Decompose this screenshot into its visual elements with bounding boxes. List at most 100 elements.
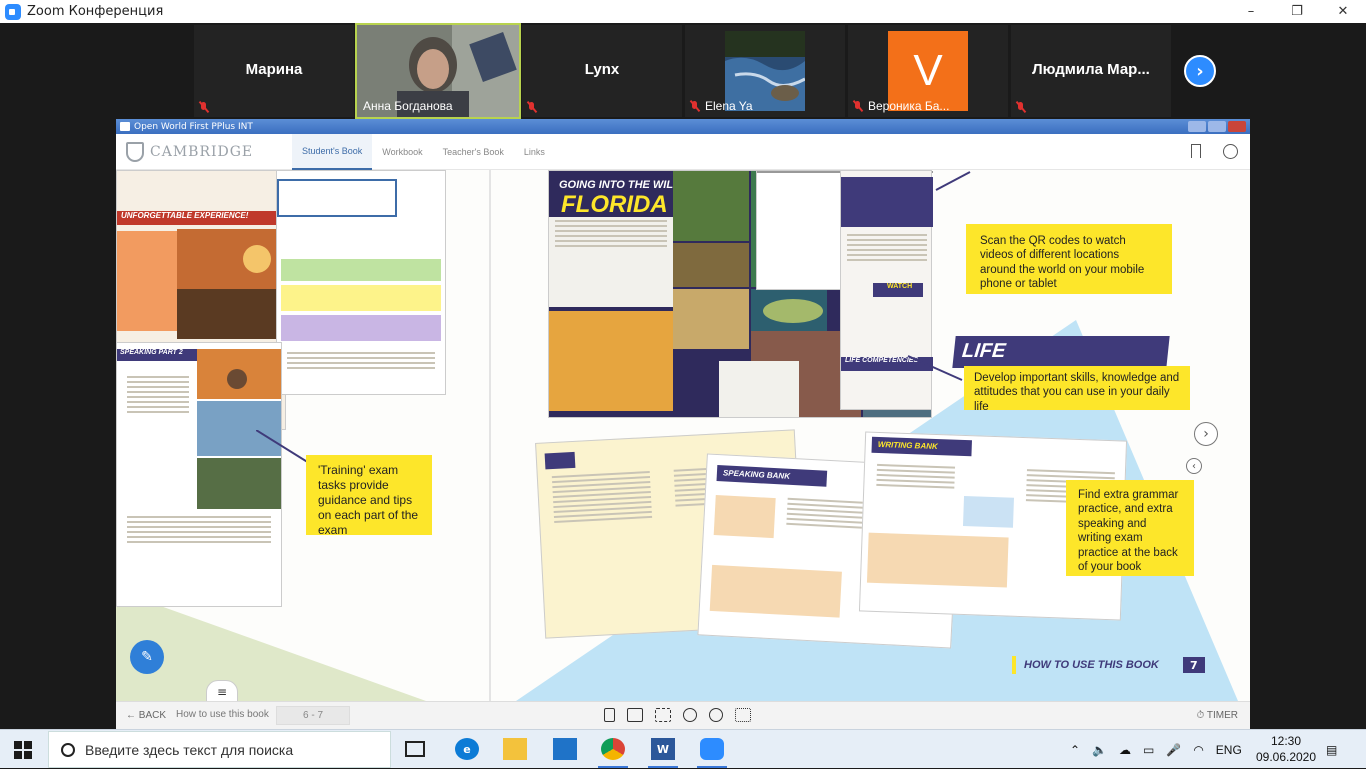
clock[interactable]: 12:30 09.06.2020 <box>1256 730 1316 769</box>
speaking-bank-heading: SPEAKING BANK <box>716 465 828 487</box>
notifications-icon[interactable]: ▤ <box>1326 730 1337 769</box>
zoom-out-icon[interactable] <box>709 708 723 722</box>
start-button[interactable] <box>14 741 32 759</box>
crest-icon <box>126 142 144 162</box>
chrome-icon[interactable] <box>601 738 625 760</box>
double-page-icon[interactable] <box>627 708 643 722</box>
qr-pointer <box>935 171 971 191</box>
cambridge-logo: CAMBRIDGE <box>126 142 253 162</box>
user-icon[interactable] <box>1223 144 1238 159</box>
tab-teachers-book[interactable]: Teacher's Book <box>433 134 514 170</box>
taskbar-search[interactable]: Введите здесь текст для поиска <box>48 731 391 768</box>
mail-icon[interactable] <box>553 738 577 760</box>
minimize-button[interactable]: – <box>1228 0 1274 23</box>
file-explorer-icon[interactable] <box>503 738 527 760</box>
purple-tip-box <box>281 315 441 341</box>
brand-name: CAMBRIDGE <box>150 144 254 160</box>
tab-students-book[interactable]: Student's Book <box>292 134 373 170</box>
single-page-icon[interactable] <box>604 708 615 722</box>
muted-mic-icon <box>1015 101 1027 113</box>
annotate-pen-button[interactable]: ✎ <box>130 640 164 674</box>
participant-tile[interactable]: Людмила Мар... <box>1011 25 1171 117</box>
tab-links[interactable]: Links <box>514 134 555 170</box>
bookmark-icon[interactable] <box>1191 144 1201 158</box>
muted-mic-icon <box>526 101 538 113</box>
writing-bank-heading: WRITING BANK <box>871 436 972 457</box>
reader-bottombar: ← BACK How to use this book 6 - 7 ⏱ TIME… <box>116 701 1250 729</box>
hamburger-icon: ≡ <box>216 685 228 699</box>
mic-icon[interactable]: 🎤 <box>1166 743 1181 757</box>
shared-screen: Open World First PPlus INT CAMBRIDGE Stu… <box>116 119 1250 729</box>
windows-taskbar: Введите здесь текст для поиска e W ⌃ 🔈 ☁… <box>0 729 1366 768</box>
shared-window-titlebar: Open World First PPlus INT <box>116 119 1250 134</box>
tab-workbook[interactable]: Workbook <box>372 134 432 170</box>
gallery-next-button[interactable]: › <box>1184 55 1216 87</box>
participant-tile[interactable]: Elena Ya <box>685 25 845 117</box>
page-number: 7 <box>1182 657 1205 673</box>
participant-tile[interactable]: V Вероника Ба... <box>848 25 1008 117</box>
edge-icon[interactable]: e <box>455 738 479 760</box>
participant-label: Вероника Ба... <box>868 99 950 113</box>
florida-heading: FLORIDA <box>561 191 668 218</box>
zoom-logo-icon <box>5 3 21 20</box>
fit-screen-icon[interactable] <box>735 708 751 722</box>
green-tip-box <box>281 259 441 281</box>
life-pointer <box>907 355 963 381</box>
participant-name: Людмила Мар... <box>1032 61 1150 78</box>
training-callout: 'Training' exam tasks provide guidance a… <box>306 455 432 537</box>
participant-tile[interactable]: Марина <box>194 25 354 117</box>
elephant-photo <box>177 229 285 339</box>
task-view-icon[interactable] <box>405 741 425 757</box>
page-indicator[interactable]: 6 - 7 <box>276 706 350 725</box>
participant-name: Lynx <box>584 61 620 78</box>
participant-tile[interactable]: Lynx <box>522 25 682 117</box>
menu-toggle-button[interactable]: ≡ <box>206 680 238 701</box>
qr-callout: Scan the QR codes to watch videos of dif… <box>966 224 1172 294</box>
close-button[interactable]: ✕ <box>1320 0 1366 23</box>
shared-close-button[interactable] <box>1228 121 1246 132</box>
chevron-up-icon[interactable]: ⌃ <box>1070 743 1080 757</box>
yellow-tip-box <box>281 285 441 311</box>
battery-icon[interactable]: ▭ <box>1143 743 1154 757</box>
timer-button[interactable]: ⏱ TIMER <box>1196 710 1238 721</box>
zoom-area-icon[interactable] <box>655 708 671 722</box>
next-page-button[interactable]: › <box>1194 422 1218 446</box>
timer-label: TIMER <box>1206 710 1238 721</box>
system-tray: ⌃ 🔈 ☁ ▭ 🎤 ◠ ENG <box>1070 730 1242 769</box>
muted-mic-icon <box>852 100 864 112</box>
language-indicator[interactable]: ENG <box>1216 743 1242 757</box>
extra-practice-callout: Find extra grammar practice, and extra s… <box>1066 480 1194 576</box>
back-button[interactable]: ← BACK <box>126 710 166 721</box>
participant-tile-active[interactable]: Анна Богданова <box>355 23 521 119</box>
chevron-left-icon: ‹ <box>1192 460 1196 472</box>
zoom-app-icon[interactable] <box>700 738 724 760</box>
life-callout: Develop important skills, knowledge and … <box>964 366 1190 413</box>
left-page-exercises <box>276 170 446 395</box>
unforgettable-heading: UNFORGETTABLE EXPERIENCE! <box>117 211 285 225</box>
clock-date: 09.06.2020 <box>1255 749 1317 764</box>
shared-min-button[interactable] <box>1188 121 1206 132</box>
participant-name: Марина <box>245 61 303 78</box>
shared-max-button[interactable] <box>1208 121 1226 132</box>
network-icon[interactable]: ◠ <box>1193 743 1203 757</box>
cloud-icon[interactable]: ☁ <box>1119 743 1131 757</box>
breadcrumb: How to use this book <box>176 709 269 720</box>
reader-toolbar: CAMBRIDGE Student's Book Workbook Teache… <box>116 134 1250 170</box>
muted-mic-icon <box>689 100 701 112</box>
volume-icon[interactable]: 🔈 <box>1092 743 1107 757</box>
search-icon <box>61 742 75 757</box>
prev-page-button[interactable]: ‹ <box>1186 458 1202 474</box>
participant-gallery: Марина Анна Богданова Lynx Elena Ya V Ве… <box>0 23 1366 119</box>
maximize-button[interactable]: ❐ <box>1274 0 1320 23</box>
orange-text-panel <box>117 231 177 331</box>
app-icon <box>120 122 130 131</box>
speaking-part-heading: SPEAKING PART 2 <box>117 349 197 361</box>
participant-label: Elena Ya <box>705 99 753 113</box>
book-spread: UNFORGETTABLE EXPERIENCE! SPEAKING PART … <box>116 170 1250 701</box>
word-icon[interactable]: W <box>651 738 675 760</box>
zoom-in-icon[interactable] <box>683 708 697 722</box>
muted-mic-icon <box>198 101 210 113</box>
chevron-right-icon: › <box>1196 60 1204 82</box>
shared-window-title: Open World First PPlus INT <box>134 121 253 132</box>
chevron-right-icon: › <box>1203 426 1209 442</box>
